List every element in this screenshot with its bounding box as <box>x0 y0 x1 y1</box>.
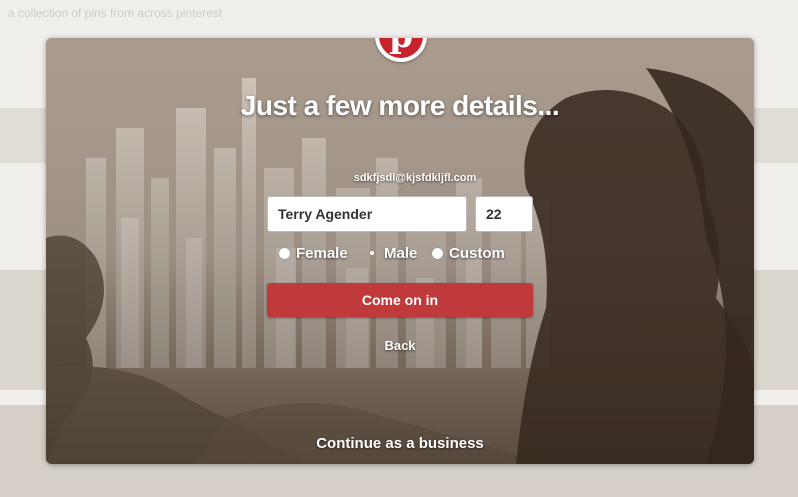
age-field[interactable]: 22 <box>475 196 533 232</box>
account-email: sdkfjsdl@kjsfdkljfl.com <box>353 172 477 184</box>
background-header-text: a collection of pins from across pintere… <box>8 6 223 20</box>
page-title: Just a few more details... <box>240 90 560 121</box>
radio-unchecked-icon[interactable] <box>279 248 290 259</box>
gender-option-female[interactable]: Female <box>279 245 348 265</box>
gender-option-label: Female <box>296 245 348 262</box>
gender-option-label: Male <box>384 245 418 262</box>
radio-unchecked-icon[interactable] <box>432 248 443 259</box>
radio-checked-icon[interactable] <box>370 251 374 255</box>
gender-option-male[interactable]: Male <box>370 245 417 265</box>
come-on-in-button[interactable]: Come on in <box>267 283 533 317</box>
signup-details-modal: p Just a few more details... sdkfjsdl@kj… <box>46 38 754 464</box>
continue-as-business-link[interactable]: Continue as a business <box>246 435 554 452</box>
full-name-field[interactable]: Terry Agender <box>267 196 467 232</box>
pinterest-p-icon: p <box>379 38 423 58</box>
back-link[interactable]: Back <box>366 338 434 353</box>
gender-option-custom[interactable]: Custom <box>432 245 505 265</box>
gender-option-label: Custom <box>449 245 505 262</box>
